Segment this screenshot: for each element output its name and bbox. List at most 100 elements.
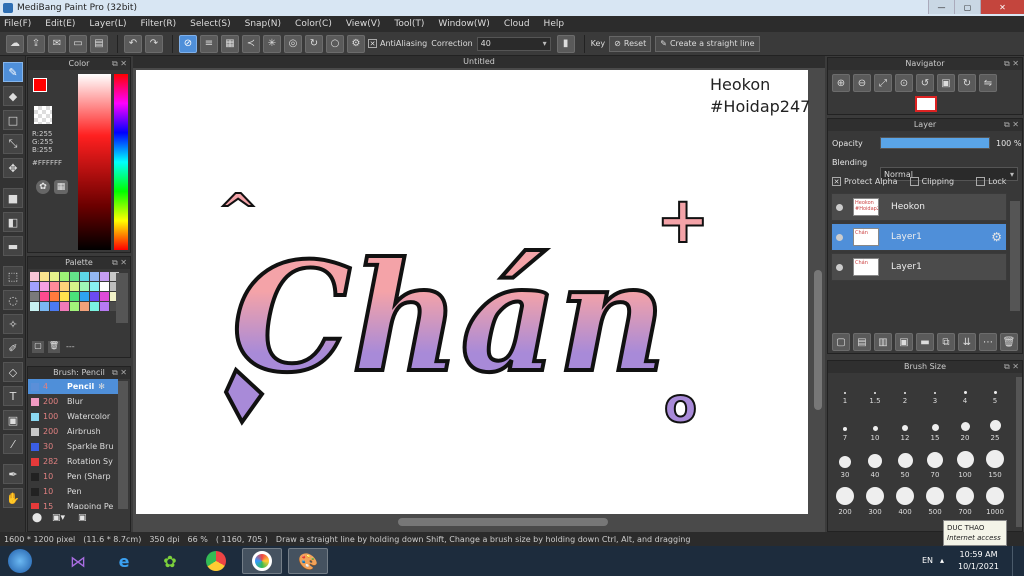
menu-color[interactable]: Color(C) — [295, 19, 332, 29]
navigator-preview[interactable] — [915, 96, 937, 112]
brush-size-option[interactable]: 700 — [950, 486, 980, 516]
operation-tool-icon[interactable]: ⤡ — [3, 134, 23, 154]
zoom-in-icon[interactable]: ⊕ — [832, 74, 850, 92]
palette-swatch[interactable] — [100, 302, 109, 311]
palette-swatch[interactable] — [80, 292, 89, 301]
horizontal-scrollbar[interactable] — [136, 516, 808, 528]
menu-cloud[interactable]: Cloud — [504, 19, 530, 29]
move-tool-icon[interactable]: ✥ — [3, 158, 23, 178]
brush-size-option[interactable]: 50 — [890, 449, 920, 479]
document-tab[interactable]: Untitled — [133, 56, 825, 68]
visibility-icon[interactable] — [836, 233, 843, 241]
palette-swatch[interactable] — [80, 302, 89, 311]
brush-item[interactable]: 200 Airbrush — [28, 424, 118, 439]
hand-tool-icon[interactable]: ✋ — [3, 488, 23, 508]
saturation-box[interactable] — [78, 74, 111, 250]
panel-float-icon[interactable]: ⧉ ✕ — [1004, 119, 1019, 131]
palette-swatch[interactable] — [30, 302, 39, 311]
horizontal-scroll-thumb[interactable] — [398, 518, 608, 526]
select-tool-icon[interactable]: ⬚ — [3, 266, 23, 286]
panel-float-icon[interactable]: ⧉ ✕ — [112, 257, 127, 269]
merge-down-icon[interactable]: ⇊ — [958, 333, 976, 351]
start-button[interactable] — [2, 548, 38, 574]
snap-settings-icon[interactable]: ⚙ — [347, 34, 365, 53]
brush-size-option[interactable]: 1000 — [980, 486, 1010, 516]
cloud-icon[interactable]: ☁ — [6, 34, 24, 53]
coccoc-icon[interactable]: ✿ — [150, 548, 190, 574]
brush-size-option[interactable]: 3 — [920, 375, 950, 405]
protect-alpha-checkbox[interactable]: ✕ — [832, 177, 841, 186]
minimize-button[interactable]: — — [928, 0, 954, 14]
brush-size-option[interactable]: 1.5 — [860, 375, 890, 405]
correction-select[interactable]: 40 — [476, 36, 551, 51]
palette-swatch[interactable] — [90, 272, 99, 281]
brush-size-option[interactable]: 30 — [830, 449, 860, 479]
palette-swatch[interactable] — [30, 272, 39, 281]
rotate-reset-icon[interactable]: ▣ — [937, 74, 955, 92]
new-8bit-layer-icon[interactable]: ▥ — [874, 333, 892, 351]
brush-size-option[interactable]: 20 — [950, 412, 980, 442]
palette-swatch[interactable] — [90, 302, 99, 311]
eraser-tool-icon[interactable]: ◆ — [3, 86, 23, 106]
panel-float-icon[interactable]: ⧉ ✕ — [1004, 361, 1019, 373]
magic-wand-tool-icon[interactable]: ✧ — [3, 314, 23, 334]
color-slider-icon[interactable]: ▦ — [54, 180, 68, 194]
panel-float-icon[interactable]: ⧉ ✕ — [112, 58, 127, 70]
palette-swatch[interactable] — [40, 292, 49, 301]
menu-window[interactable]: Window(W) — [438, 19, 489, 29]
pen-tool-icon[interactable]: ✒ — [3, 464, 23, 484]
duplicate-layer-icon[interactable]: ⧉ — [937, 333, 955, 351]
brush-item[interactable]: 30 Sparkle Bru — [28, 439, 118, 454]
comment-icon[interactable]: ✉ — [48, 34, 66, 53]
palette-swatch[interactable] — [50, 272, 59, 281]
zoom-reset-icon[interactable]: ⊙ — [895, 74, 913, 92]
palette-swatch[interactable] — [70, 302, 79, 311]
palette-swatch[interactable] — [60, 272, 69, 281]
chrome-icon[interactable] — [196, 548, 236, 574]
panel-float-icon[interactable]: ⧉ ✕ — [112, 367, 127, 379]
close-button[interactable]: ✕ — [980, 0, 1024, 14]
brush-size-option[interactable]: 7 — [830, 412, 860, 442]
palette-swatch[interactable] — [70, 292, 79, 301]
visual-studio-icon[interactable]: ⋈ — [58, 548, 98, 574]
antialiasing-checkbox[interactable]: ✕ — [368, 39, 377, 48]
vertical-scrollbar[interactable] — [812, 70, 824, 514]
brush-item[interactable]: 4 Pencil ✻ — [28, 379, 118, 394]
palette-swatch[interactable] — [70, 272, 79, 281]
brush-size-option[interactable]: 70 — [920, 449, 950, 479]
primary-color-swatch[interactable] — [33, 78, 47, 92]
brush-settings-icon[interactable]: ✻ — [98, 382, 105, 391]
gradient-tool-icon[interactable]: ▬ — [3, 236, 23, 256]
fit-icon[interactable]: ⤢ — [874, 74, 892, 92]
brush-size-option[interactable]: 15 — [920, 412, 950, 442]
maximize-button[interactable]: ▢ — [954, 0, 980, 14]
fill-rect-tool-icon[interactable]: ■ — [3, 188, 23, 208]
divide-tool-icon[interactable]: ▣ — [3, 410, 23, 430]
concentric-snap-icon[interactable]: ◎ — [284, 34, 302, 53]
lock-checkbox[interactable] — [976, 177, 986, 186]
palette-swatch[interactable] — [50, 302, 59, 311]
palette-swatch[interactable] — [50, 282, 59, 291]
new-halftone-layer-icon[interactable]: ▤ — [853, 333, 871, 351]
menu-help[interactable]: Help — [544, 19, 565, 29]
layer-row[interactable]: Heokon #Hoidap247 Heokon — [831, 193, 1007, 221]
transparent-color-swatch[interactable] — [34, 106, 52, 124]
brush-size-scrollbar[interactable] — [1016, 377, 1022, 527]
palette-swatch[interactable] — [100, 282, 109, 291]
pressure-icon[interactable]: ▮ — [556, 34, 575, 53]
circle-snap-icon[interactable]: ○ — [326, 34, 344, 53]
palette-swatch[interactable] — [60, 302, 69, 311]
layer-row-selected[interactable]: Chán Layer1 ⚙ — [831, 223, 1007, 251]
brush-item[interactable]: 200 Blur — [28, 394, 118, 409]
text-tool-icon[interactable]: T — [3, 386, 23, 406]
palette-swatch[interactable] — [50, 292, 59, 301]
palette-swatch[interactable] — [100, 292, 109, 301]
select-eraser-tool-icon[interactable]: ◇ — [3, 362, 23, 382]
palette-swatch[interactable] — [60, 292, 69, 301]
brush-scrollbar[interactable] — [118, 381, 128, 509]
palette-scrollbar[interactable] — [116, 273, 128, 323]
undo-icon[interactable]: ↶ — [124, 34, 142, 53]
brush-item[interactable]: 100 Watercolor — [28, 409, 118, 424]
layer-scrollbar[interactable] — [1010, 201, 1020, 311]
eyedropper-tool-icon[interactable]: ⁄ — [3, 434, 23, 454]
